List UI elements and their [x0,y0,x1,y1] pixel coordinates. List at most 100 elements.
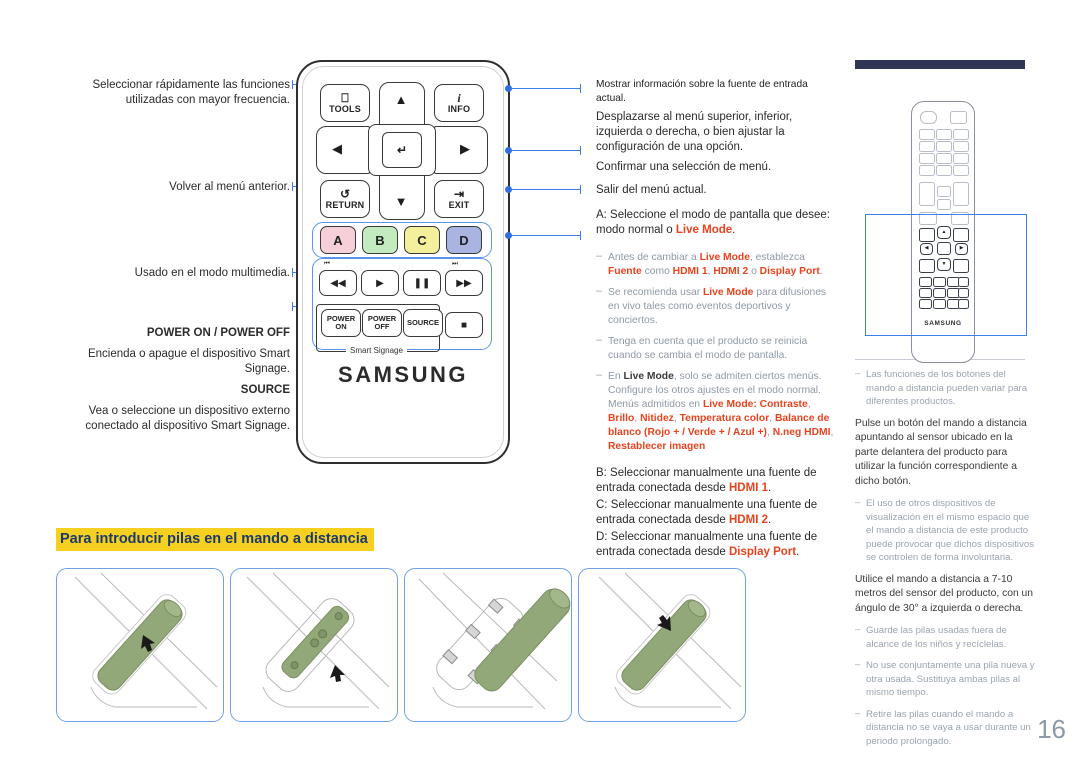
note-text: Antes de cambiar a [608,252,700,263]
mini-vol-key [919,182,935,206]
exit-description: Salir del menú actual. [596,184,707,196]
mini-key [936,153,952,164]
a-line2-post: . [732,224,736,236]
sidebar: ▲ ◀ ▶ ▼ SAMSUNG – Las funciones de los b… [855,60,1035,760]
leader-dot-color [505,232,512,239]
info-description: Mostrar información sobre la fuente de e… [596,79,808,104]
a-line2-livemode: Live Mode [675,224,733,236]
sidebar-note-4: No use conjuntamente una pila nueva y ot… [855,658,1035,700]
a-line1: A: Seleccione el modo de pantalla que de… [596,209,830,221]
leader-dot-info [505,85,512,92]
mini-key [953,141,969,152]
arrow-left-icon[interactable]: ◀ [326,138,348,160]
play-icon: ▶ [376,277,384,289]
source-section-body2: conectado al dispositivo Smart Signage. [85,420,290,432]
c-source: HDMI 2 [729,514,768,526]
note-text: , [807,399,811,410]
b-pre: B: Seleccionar manualmente una fuente de… [596,467,817,494]
rewind-icon: ◀◀ [330,277,346,289]
sidebar-note-1: Las funciones de los botones del mando a… [855,367,1035,409]
mini-key [936,141,952,152]
sidebar-top-rule [855,60,1025,69]
sidebar-paragraph-1: Pulse un botón del mando a distancia apu… [855,417,1027,487]
remote-button-pause[interactable]: ❚❚ [403,270,441,296]
note-bold: Live Mode [623,371,674,382]
tools-icon: ⎕ [341,91,349,105]
source-label: SOURCE [406,317,440,327]
note-text: Se recomienda usar [608,287,704,298]
live-mode-note-4: En Live Mode, solo se admiten ciertos me… [596,368,834,454]
remote-button-play[interactable]: ▶ [361,270,399,296]
mini-key [936,165,952,176]
remote-button-tools[interactable]: ⎕ TOOLS [320,84,370,122]
smart-signage-caption: Smart Signage [346,346,407,355]
sidebar-note-3: Guarde las pilas usadas fuera de alcance… [855,623,1035,651]
remote-button-power-off[interactable]: POWER OFF [362,309,402,337]
info-label: INFO [447,104,471,114]
color-c-label: C [417,232,427,248]
note-highlight: Nitidez [640,413,674,424]
battery-illustration-2 [246,572,390,710]
arrow-up-icon[interactable]: ▲ [390,88,412,110]
remote-button-color-c[interactable]: C [404,226,440,254]
battery-step-2 [230,568,398,722]
remote-button-power-on[interactable]: POWER ON [321,309,361,337]
leader-cap-right-1 [580,84,581,93]
d-source: Display Port [729,546,797,558]
mini-ch-key [953,182,969,206]
callout-media: Usado en el modo multimedia. [40,266,290,281]
callout-return-line1: Volver al menú anterior. [169,181,290,193]
mini-key-top-right [950,111,967,124]
nav-line2: izquierda o derecha, o bien ajustar la [596,126,785,138]
callout-media-line1: Usado en el modo multimedia. [134,267,290,279]
a-line2-pre: modo normal o [596,224,676,236]
note-text: . [819,266,823,277]
note-highlight: Live Mode [699,252,750,263]
callout-tools-line2: utilizadas con mayor frecuencia. [125,94,290,106]
leader-line-exit [512,189,580,190]
leader-dot-nav [505,147,512,154]
battery-section-heading: Para introducir pilas en el mando a dist… [56,528,374,551]
note-highlight: Restablecer imagen [608,441,706,452]
nav-line3: configuración de una opción. [596,141,744,153]
note-text: o [748,266,760,277]
remote-button-info[interactable]: i INFO [434,84,484,122]
stop-icon: ■ [460,319,468,331]
remote-button-rewind[interactable]: ◀◀ [319,270,357,296]
remote-button-return[interactable]: ↺ RETURN [320,180,370,218]
power-section-body2: Signage. [244,363,290,375]
remote-button-source[interactable]: SOURCE [403,309,443,337]
note-text: Tenga en cuenta que el producto se reini… [608,336,808,361]
note-text: En [608,371,624,382]
return-label: RETURN [325,200,365,210]
remote-control-diagram: ⎕ TOOLS i INFO ↺ RETURN ⇥ EXIT ↵ ▲ ▼ ◀ ▶ [296,60,510,464]
prev-track-icon: ⏮ [324,260,330,267]
battery-step-4 [578,568,746,722]
mini-key [919,141,935,152]
remote-button-exit[interactable]: ⇥ EXIT [434,180,484,218]
battery-step-1 [56,568,224,722]
note-highlight: HDMI 2 [713,266,749,277]
sidebar-note-2: El uso de otros dispositivos de visualiz… [855,496,1035,565]
callout-info-text: Mostrar información sobre la fuente de e… [596,78,834,106]
remote-button-color-b[interactable]: B [362,226,398,254]
remote-button-fastforward[interactable]: ▶▶ [445,270,483,296]
mini-remote-figure: ▲ ◀ ▶ ▼ SAMSUNG [855,69,1035,363]
remote-button-enter[interactable]: ↵ [382,132,422,168]
arrow-down-icon[interactable]: ▼ [390,190,412,212]
note-highlight: Display Port [759,266,820,277]
live-mode-note-3: Tenga en cuenta que el producto se reini… [596,333,834,363]
remote-button-stop[interactable]: ■ [445,312,483,338]
live-mode-note-1: Antes de cambiar a Live Mode, establezca… [596,249,834,279]
arrow-right-icon[interactable]: ▶ [454,138,476,160]
leader-line-info [512,88,580,89]
sidebar-note-5: Retire las pilas cuando el mando a dista… [855,707,1035,749]
enter-icon: ↵ [396,143,408,157]
battery-illustration-1 [74,572,218,710]
note-highlight: Live Mode: Contraste [703,399,808,410]
mini-remote-highlight-box [865,214,1027,336]
mini-key [953,153,969,164]
remote-button-color-d[interactable]: D [446,226,482,254]
mini-key [937,186,951,197]
remote-button-color-a[interactable]: A [320,226,356,254]
